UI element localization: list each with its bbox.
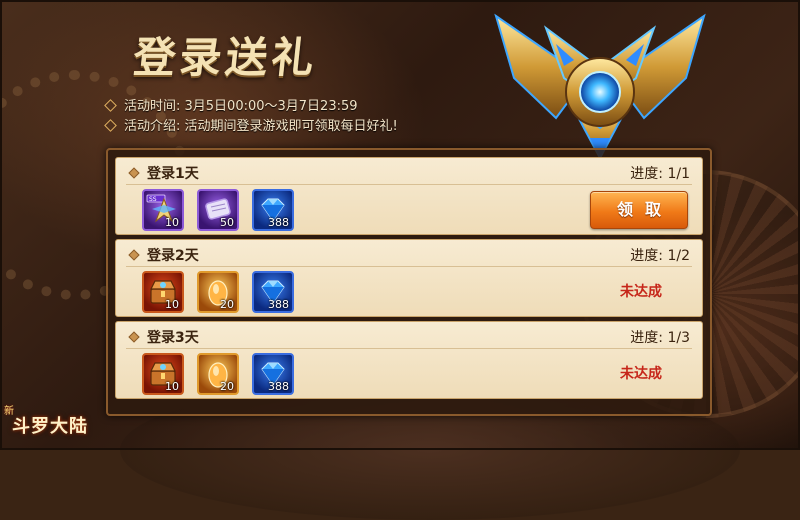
reward-list-panel: 登录1天 进度: 1/1 SS 10 50 388 领取 登录2天 进度: 1/… — [106, 148, 712, 416]
incomplete-status: 未达成 — [620, 284, 662, 300]
row-title-text: 登录1天 — [147, 166, 199, 182]
claim-button[interactable]: 领取 — [590, 191, 688, 229]
reward-item-gold-crystal[interactable]: 20 — [197, 353, 239, 395]
reward-item-treasure-chest[interactable]: 10 — [142, 271, 184, 313]
reward-item-gold-crystal[interactable]: 20 — [197, 271, 239, 313]
row-title-text: 登录3天 — [147, 330, 199, 346]
reward-row-day2: 登录2天 进度: 1/2 10 20 388 未达成 — [115, 239, 703, 317]
item-count: 10 — [165, 380, 179, 393]
game-logo: 新 斗罗大陆 — [0, 390, 110, 450]
item-count: 388 — [268, 298, 289, 311]
row-progress: 进度: 1/3 — [630, 330, 690, 346]
reward-item-treasure-chest[interactable]: 10 — [142, 353, 184, 395]
bullet-diamond-icon — [104, 119, 117, 132]
row-bullet-icon — [128, 167, 140, 179]
row-title: 登录1天 — [128, 163, 199, 183]
item-count: 20 — [220, 298, 234, 311]
item-count: 388 — [268, 216, 289, 229]
event-time-text: 活动时间: 3月5日00:00～3月7日23:59 — [124, 99, 358, 114]
reward-item-scroll[interactable]: 50 — [197, 189, 239, 231]
reward-item-ss-soul-ring[interactable]: SS 10 — [142, 189, 184, 231]
row-divider — [126, 184, 692, 185]
row-divider — [126, 266, 692, 267]
bullet-diamond-icon — [104, 99, 117, 112]
row-progress: 进度: 1/2 — [630, 248, 690, 264]
event-time-info: 活动时间: 3月5日00:00～3月7日23:59 — [104, 95, 358, 114]
row-bullet-icon — [128, 249, 140, 261]
event-description-info: 活动介绍: 活动期间登录游戏即可领取每日好礼! — [104, 115, 398, 134]
reward-item-diamond[interactable]: 388 — [252, 271, 294, 313]
event-description-text: 活动介绍: 活动期间登录游戏即可领取每日好礼! — [124, 119, 398, 134]
golden-emblem-icon — [494, 13, 706, 161]
row-progress: 进度: 1/1 — [630, 166, 690, 182]
reward-row-day1: 登录1天 进度: 1/1 SS 10 50 388 领取 — [115, 157, 703, 235]
reward-item-diamond[interactable]: 388 — [252, 189, 294, 231]
logo-name: 斗罗大陆 — [12, 416, 88, 437]
page-title: 登录送礼 — [131, 33, 321, 82]
item-count: 50 — [220, 216, 234, 229]
item-count: 388 — [268, 380, 289, 393]
row-divider — [126, 348, 692, 349]
reward-row-day3: 登录3天 进度: 1/3 10 20 388 未达成 — [115, 321, 703, 399]
row-bullet-icon — [128, 331, 140, 343]
row-title: 登录3天 — [128, 327, 199, 347]
reward-item-diamond[interactable]: 388 — [252, 353, 294, 395]
svg-text:SS: SS — [149, 196, 157, 203]
incomplete-status: 未达成 — [620, 366, 662, 382]
item-count: 10 — [165, 298, 179, 311]
item-count: 20 — [220, 380, 234, 393]
item-count: 10 — [165, 216, 179, 229]
row-title-text: 登录2天 — [147, 248, 199, 264]
row-title: 登录2天 — [128, 245, 199, 265]
